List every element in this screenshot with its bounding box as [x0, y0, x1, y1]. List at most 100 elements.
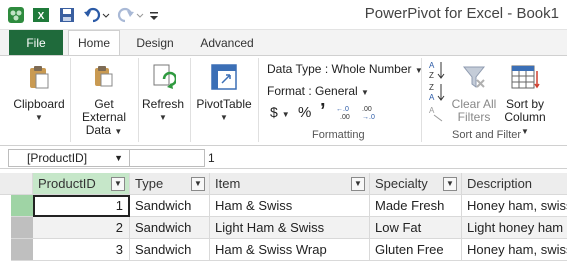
- filter-dropdown-icon[interactable]: ▼: [443, 177, 457, 191]
- table-cell[interactable]: Ham & Swiss: [210, 195, 370, 217]
- clipboard-icon: [24, 62, 54, 92]
- increase-decimal-icon: ←.0.00: [336, 106, 350, 121]
- comma-style-button[interactable]: ’: [320, 100, 326, 123]
- tab-home[interactable]: Home: [68, 30, 120, 55]
- currency-icon: $: [270, 104, 278, 120]
- formatting-group-label: Formatting: [312, 129, 365, 141]
- clipboard-button[interactable]: Clipboard ▼: [8, 62, 70, 124]
- save-icon[interactable]: [56, 5, 78, 25]
- formula-value[interactable]: 1: [208, 149, 215, 167]
- data-type-label: Data Type : Whole Number: [267, 62, 412, 76]
- chevron-down-icon: ▼: [114, 127, 123, 136]
- excel-icon[interactable]: X: [30, 5, 52, 25]
- pivottable-button[interactable]: PivotTable ▼: [194, 62, 254, 124]
- percent-icon: %: [298, 104, 312, 121]
- sort-z-to-a-button[interactable]: ZA: [428, 82, 446, 105]
- column-header-item[interactable]: Item ▼: [210, 173, 370, 195]
- row-selector[interactable]: [11, 239, 33, 261]
- table-cell[interactable]: 3: [33, 239, 130, 261]
- external-data-icon: [89, 62, 119, 92]
- tab-design[interactable]: Design: [126, 30, 184, 55]
- currency-button[interactable]: $ ▼: [270, 104, 290, 120]
- row-selector[interactable]: [11, 195, 33, 217]
- table-cell[interactable]: Sandwich: [130, 217, 210, 239]
- table-cell[interactable]: Light Ham & Swiss: [210, 217, 370, 239]
- row-selector[interactable]: [11, 217, 33, 239]
- svg-text:→.0: →.0: [362, 114, 375, 120]
- window-title: PowerPivot for Excel - Book1: [364, 5, 559, 22]
- refresh-button[interactable]: Refresh ▼: [139, 62, 187, 124]
- table-cell[interactable]: Sandwich: [130, 195, 210, 217]
- chevron-down-icon: ▼: [281, 110, 290, 119]
- ribbon-separator: [421, 58, 422, 142]
- get-external-data-button[interactable]: Get External Data ▼: [71, 62, 137, 138]
- pivottable-label: PivotTable: [196, 97, 252, 111]
- refresh-label: Refresh: [141, 97, 185, 111]
- column-header-specialty[interactable]: Specialty ▼: [370, 173, 462, 195]
- undo-icon[interactable]: [82, 5, 112, 25]
- powerpivot-icon[interactable]: [6, 5, 26, 25]
- format-label: Format : General: [267, 84, 358, 98]
- table-cell[interactable]: Honey ham, swiss: [462, 195, 567, 217]
- increase-decimal-button[interactable]: ←.0.00: [336, 104, 358, 123]
- tab-advanced[interactable]: Advanced: [192, 30, 262, 55]
- filter-dropdown-icon[interactable]: ▼: [111, 177, 125, 191]
- table-cell[interactable]: Made Fresh: [370, 195, 462, 217]
- filter-dropdown-icon[interactable]: ▼: [191, 177, 205, 191]
- clear-filters-icon: [459, 62, 489, 92]
- tab-file[interactable]: File: [9, 30, 63, 55]
- name-box[interactable]: [ProductID] ▼: [8, 149, 130, 167]
- table-cell[interactable]: Light honey ham: [462, 217, 567, 239]
- table-cell[interactable]: Gluten Free: [370, 239, 462, 261]
- table-cell[interactable]: Low Fat: [370, 217, 462, 239]
- column-header-description[interactable]: Description: [462, 173, 567, 195]
- data-type-dropdown[interactable]: Data Type : Whole Number ▼: [267, 62, 423, 76]
- column-header-label: Description: [467, 176, 533, 191]
- clear-sort-icon: A: [429, 106, 443, 122]
- table-cell[interactable]: Honey ham, swiss: [462, 239, 567, 261]
- sort-by-column-icon: [510, 62, 540, 92]
- chevron-down-icon: ▼: [159, 113, 167, 122]
- get-external-data-label: Get External: [81, 97, 127, 124]
- sort-az-column: AZ ZA A: [428, 60, 448, 130]
- chevron-down-icon[interactable]: ▼: [114, 150, 123, 166]
- decrease-decimal-button[interactable]: .00 →.0: [362, 104, 384, 123]
- svg-text:Z: Z: [429, 83, 434, 92]
- chevron-down-icon: ▼: [361, 88, 369, 97]
- svg-text:A: A: [429, 106, 435, 115]
- svg-text:A: A: [429, 93, 435, 102]
- clipboard-label: Clipboard: [13, 97, 65, 111]
- comma-icon: ’: [320, 100, 326, 122]
- column-header-label: Type: [135, 176, 164, 191]
- clear-all-filters-button[interactable]: Clear All Filters: [450, 62, 498, 124]
- refresh-icon: [148, 62, 178, 92]
- column-header-label: ProductID: [38, 176, 96, 191]
- ribbon-separator: [190, 58, 191, 142]
- format-dropdown[interactable]: Format : General ▼: [267, 84, 369, 98]
- column-header-type[interactable]: Type ▼: [130, 173, 210, 195]
- sort-filter-group-label: Sort and Filter: [452, 129, 522, 141]
- chevron-down-icon: ▼: [35, 113, 43, 122]
- column-header-label: Specialty: [375, 176, 428, 191]
- get-external-data-label-2: Data: [85, 123, 112, 137]
- formula-fx-area[interactable]: [130, 149, 205, 167]
- sort-a-to-z-button[interactable]: AZ: [428, 60, 446, 83]
- clear-sort-button[interactable]: A: [428, 104, 446, 125]
- table-cell[interactable]: 1: [33, 195, 130, 217]
- customize-icon[interactable]: [147, 5, 161, 25]
- ribbon-separator: [258, 58, 259, 142]
- clear-all-filters-label-2: Filters: [457, 110, 491, 124]
- decrease-decimal-icon: .00→.0: [362, 106, 375, 121]
- svg-text:.00: .00: [340, 114, 350, 120]
- chevron-down-icon: ▼: [521, 127, 529, 136]
- table-cell[interactable]: 2: [33, 217, 130, 239]
- column-header-productid[interactable]: ProductID ▼: [33, 173, 130, 195]
- filter-dropdown-icon[interactable]: ▼: [351, 177, 365, 191]
- redo-icon[interactable]: [116, 5, 146, 25]
- select-all-corner[interactable]: [0, 173, 33, 195]
- percent-button[interactable]: %: [298, 104, 311, 121]
- table-cell[interactable]: Ham & Swiss Wrap: [210, 239, 370, 261]
- table-cell[interactable]: Sandwich: [130, 239, 210, 261]
- svg-text:Z: Z: [429, 71, 434, 80]
- sort-by-column-button[interactable]: Sort by Column ▼: [500, 62, 550, 138]
